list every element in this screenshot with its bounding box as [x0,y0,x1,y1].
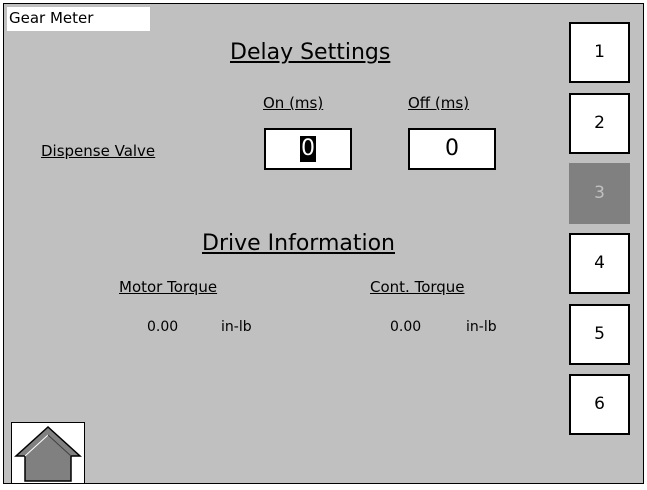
on-ms-header: On (ms) [263,94,324,112]
house-icon [14,425,82,482]
dispense-valve-on-field[interactable]: 0 [264,128,352,170]
screen-5-button[interactable]: 5 [569,304,630,365]
screen-1-button[interactable]: 1 [569,22,630,83]
motor-torque-unit: in-lb [221,319,252,335]
off-value: 0 [445,136,459,161]
screen-panel: Gear Meter Delay Settings On (ms) Off (m… [3,3,644,484]
on-value: 0 [300,136,316,162]
cont-torque-value: 0.00 [390,319,422,335]
drive-information-heading: Drive Information [202,231,395,256]
screen-6-button[interactable]: 6 [569,374,630,435]
off-ms-header: Off (ms) [408,94,470,112]
dispense-valve-off-field[interactable]: 0 [408,128,496,170]
screen-title: Gear Meter [7,7,150,31]
cont-torque-unit: in-lb [466,319,497,335]
screen-4-button[interactable]: 4 [569,233,630,294]
screen-2-button[interactable]: 2 [569,93,630,154]
screen-3-button[interactable]: 3 [569,163,630,224]
home-button[interactable] [11,422,85,483]
motor-torque-label: Motor Torque [119,278,218,296]
dispense-valve-label: Dispense Valve [41,142,156,160]
motor-torque-value: 0.00 [147,319,179,335]
cont-torque-label: Cont. Torque [370,278,465,296]
delay-settings-heading: Delay Settings [230,40,391,65]
